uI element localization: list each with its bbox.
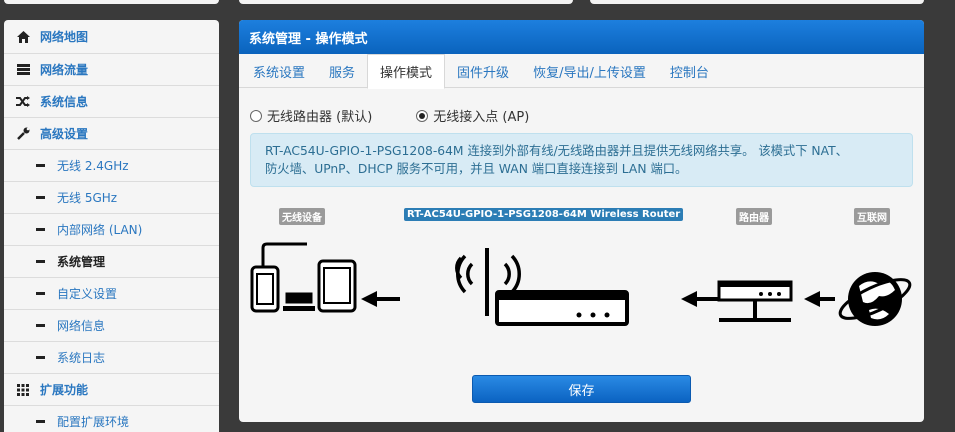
sidebar-item-label: 系统信息 bbox=[40, 95, 89, 109]
tab-operation-mode[interactable]: 操作模式 bbox=[367, 54, 446, 89]
sidebar-item-label: 配置扩展环境 bbox=[57, 415, 130, 429]
home-icon bbox=[16, 30, 30, 44]
dash-icon bbox=[36, 164, 45, 167]
sidebar-item-label: 网络流量 bbox=[40, 63, 89, 77]
sidebar: 网络地图 网络流量 系统信息 高级设置 无线 2.4GHz 无线 5GHz 内部… bbox=[4, 20, 219, 432]
sidebar-item-label: 网络地图 bbox=[40, 30, 89, 44]
router-icon bbox=[455, 248, 629, 326]
sidebar-item-label: 系统管理 bbox=[57, 255, 106, 269]
dash-icon bbox=[36, 196, 45, 199]
main-panel: 系统管理 - 操作模式 系统设置 服务 操作模式 固件升级 恢复/导出/上传设置… bbox=[239, 20, 924, 422]
wrench-icon bbox=[16, 127, 30, 141]
top-fragment-left bbox=[4, 0, 219, 4]
sidebar-item-label: 系统日志 bbox=[57, 351, 106, 365]
upstream-router-icon bbox=[717, 280, 793, 322]
dash-icon bbox=[36, 260, 45, 263]
info-line-1: RT-AC54U-GPIO-1-PSG1208-64M 连接到外部有线/无线路由… bbox=[265, 144, 848, 158]
sidebar-subitem-admin[interactable]: 系统管理 bbox=[4, 246, 219, 278]
radio-ap[interactable] bbox=[416, 109, 429, 122]
info-line-2: 防火墙、UPnP、DHCP 服务不可用，并且 WAN 端口直接连接到 LAN 端… bbox=[265, 162, 688, 176]
sidebar-item-label: 扩展功能 bbox=[40, 383, 89, 397]
sidebar-item-label: 自定义设置 bbox=[57, 287, 118, 301]
save-button[interactable]: 保存 bbox=[472, 375, 691, 403]
sidebar-item-label: 网络信息 bbox=[57, 319, 106, 333]
sidebar-item-advanced[interactable]: 高级设置 bbox=[4, 118, 219, 150]
top-fragment-mid bbox=[239, 0, 573, 4]
mode-option-label: 无线接入点 (AP) bbox=[433, 110, 530, 125]
globe-icon bbox=[838, 272, 912, 326]
sidebar-item-label: 无线 5GHz bbox=[57, 191, 118, 205]
sidebar-subitem-custom[interactable]: 自定义设置 bbox=[4, 278, 219, 310]
mode-selector: 无线路由器 (默认) 无线接入点 (AP) bbox=[250, 106, 573, 125]
shuffle-icon bbox=[16, 95, 30, 109]
sidebar-subitem-syslog[interactable]: 系统日志 bbox=[4, 342, 219, 374]
top-fragment-right bbox=[590, 0, 924, 4]
panel-title: 系统管理 - 操作模式 bbox=[239, 20, 924, 54]
sidebar-item-extensions[interactable]: 扩展功能 bbox=[4, 374, 219, 406]
info-box: RT-AC54U-GPIO-1-PSG1208-64M 连接到外部有线/无线路由… bbox=[250, 133, 913, 187]
mode-option-ap[interactable]: 无线接入点 (AP) bbox=[416, 106, 529, 125]
arrow-icon bbox=[681, 291, 719, 307]
radio-router[interactable] bbox=[250, 109, 262, 122]
diagram-graphics bbox=[250, 242, 912, 326]
tab-system-settings[interactable]: 系统设置 bbox=[241, 54, 317, 88]
mode-option-label: 无线路由器 (默认) bbox=[267, 110, 373, 125]
tab-console[interactable]: 控制台 bbox=[658, 54, 721, 88]
sidebar-subitem-wireless-24[interactable]: 无线 2.4GHz bbox=[4, 150, 219, 182]
sidebar-subitem-wireless-5[interactable]: 无线 5GHz bbox=[4, 182, 219, 214]
sidebar-subitem-lan[interactable]: 内部网络 (LAN) bbox=[4, 214, 219, 246]
sidebar-item-label: 无线 2.4GHz bbox=[57, 159, 129, 173]
network-diagram: 无线设备 RT-AC54U-GPIO-1-PSG1208-64M Wireles… bbox=[239, 206, 924, 326]
tab-services[interactable]: 服务 bbox=[317, 54, 367, 88]
mode-option-router[interactable]: 无线路由器 (默认) bbox=[250, 106, 372, 125]
traffic-icon bbox=[16, 63, 30, 77]
dash-icon bbox=[36, 420, 45, 423]
arrow-icon bbox=[361, 291, 400, 307]
sidebar-item-system-info[interactable]: 系统信息 bbox=[4, 86, 219, 118]
sidebar-item-label: 内部网络 (LAN) bbox=[57, 223, 143, 237]
dash-icon bbox=[36, 356, 45, 359]
devices-icon bbox=[250, 242, 357, 313]
tab-bar: 系统设置 服务 操作模式 固件升级 恢复/导出/上传设置 控制台 bbox=[239, 54, 924, 89]
sidebar-item-network-map[interactable]: 网络地图 bbox=[4, 20, 219, 54]
sidebar-subitem-network-info[interactable]: 网络信息 bbox=[4, 310, 219, 342]
tab-firmware-upgrade[interactable]: 固件升级 bbox=[445, 54, 521, 88]
arrow-icon bbox=[804, 291, 835, 307]
dash-icon bbox=[36, 324, 45, 327]
tab-restore-settings[interactable]: 恢复/导出/上传设置 bbox=[521, 54, 658, 88]
sidebar-item-label: 高级设置 bbox=[40, 127, 89, 141]
sidebar-item-traffic[interactable]: 网络流量 bbox=[4, 54, 219, 86]
sidebar-subitem-ext-env[interactable]: 配置扩展环境 bbox=[4, 406, 219, 432]
grid-icon bbox=[16, 383, 30, 397]
dash-icon bbox=[36, 228, 45, 231]
dash-icon bbox=[36, 292, 45, 295]
